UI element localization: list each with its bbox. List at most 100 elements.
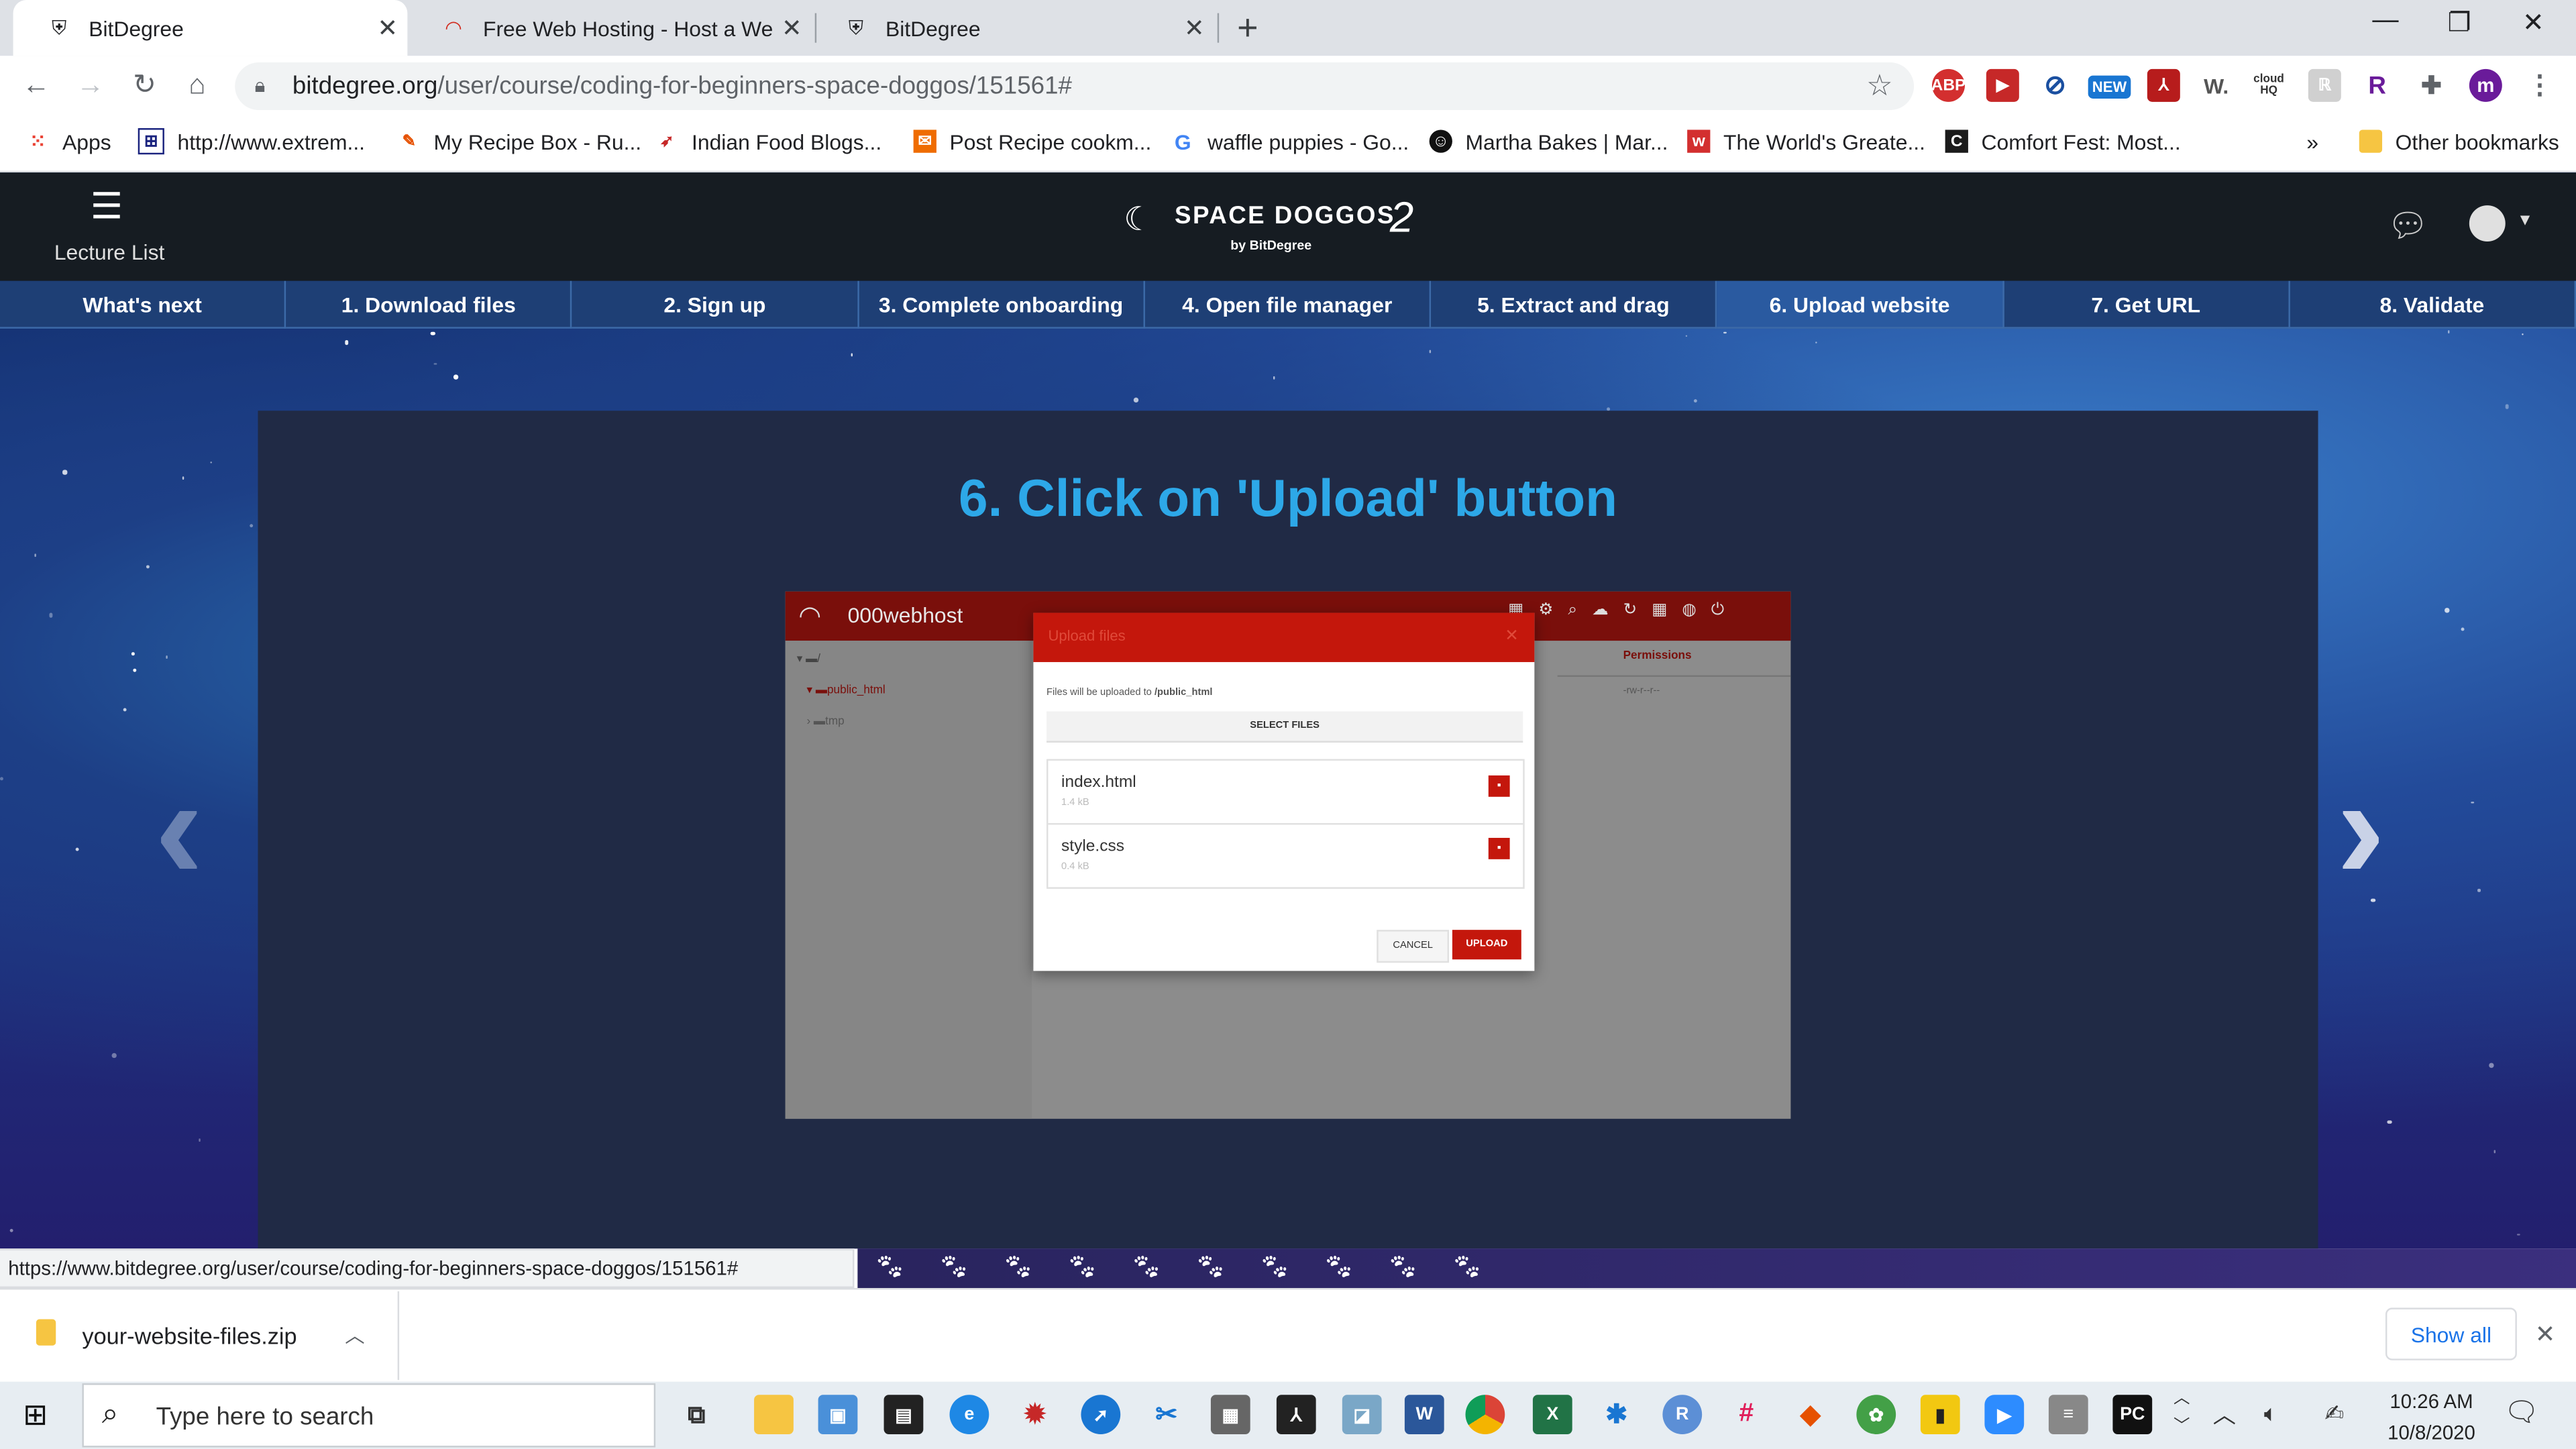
- r-icon[interactable]: R: [1662, 1395, 1703, 1434]
- next-slide-icon[interactable]: ›: [2336, 756, 2385, 904]
- step-get-url[interactable]: 7. Get URL: [2003, 280, 2290, 329]
- close-tab-icon[interactable]: ✕: [772, 13, 812, 43]
- adblock-plus-icon[interactable]: ABP: [1931, 68, 1966, 102]
- app-icon-tools[interactable]: ✱: [1597, 1395, 1636, 1434]
- chrome-icon[interactable]: [1465, 1395, 1505, 1434]
- block-extension-icon[interactable]: ⊘: [2039, 69, 2072, 102]
- chevron-up-icon[interactable]: ︿: [345, 1321, 364, 1349]
- step-complete-onboarding[interactable]: 3. Complete onboarding: [858, 280, 1145, 329]
- pycharm-icon[interactable]: PC: [2112, 1395, 2153, 1434]
- photos-icon[interactable]: ▣: [818, 1395, 858, 1434]
- zoom-icon[interactable]: ▶: [1984, 1395, 2025, 1434]
- cancel-button[interactable]: CANCEL: [1377, 930, 1450, 963]
- previous-slide-icon[interactable]: ‹: [154, 756, 203, 904]
- profile-avatar[interactable]: m: [2469, 68, 2502, 102]
- puzzle-extensions-icon[interactable]: ✚: [2415, 69, 2448, 102]
- calculator-icon[interactable]: ▦: [1210, 1395, 1250, 1434]
- close-shelf-icon[interactable]: ✕: [2535, 1320, 2556, 1349]
- tab-bitdegree[interactable]: ⛨ BitDegree ✕: [810, 0, 1214, 56]
- bookmark-martha-bakes[interactable]: ☺ Martha Bakes | Mar...: [1429, 127, 1668, 156]
- new-tab-button[interactable]: +: [1237, 7, 1258, 50]
- more-menu-icon[interactable]: ⋮: [2524, 69, 2557, 102]
- acrobat-icon[interactable]: ⅄: [1276, 1395, 1316, 1434]
- app-icon-diamond[interactable]: ◆: [1790, 1395, 1830, 1434]
- bookmark-worlds-greatest[interactable]: w The World's Greate...: [1687, 127, 1925, 156]
- lecture-list-label[interactable]: Lecture List: [54, 240, 165, 265]
- select-files-button[interactable]: SELECT FILES: [1046, 711, 1523, 743]
- other-bookmarks[interactable]: Other bookmarks: [2359, 127, 2559, 156]
- taskbar-overflow-arrows[interactable]: ︿ ﹀: [2174, 1385, 2190, 1441]
- database-icon[interactable]: ≡: [2048, 1395, 2088, 1434]
- bookmark-indian-food[interactable]: ➶ Indian Food Blogs...: [655, 127, 881, 156]
- modal-close-icon[interactable]: ✕: [1505, 628, 1519, 646]
- home-icon[interactable]: ⌂: [177, 66, 217, 105]
- bookmarks-overflow-button[interactable]: »: [2306, 127, 2318, 156]
- step-upload-website[interactable]: 6. Upload website: [1717, 280, 2004, 329]
- store-icon[interactable]: ▤: [883, 1395, 924, 1434]
- minimize-button[interactable]: —: [2353, 7, 2418, 36]
- pen-icon[interactable]: ✍︎: [2324, 1400, 2344, 1428]
- lock-icon[interactable]: 🔒︎: [255, 74, 266, 99]
- chevron-down-icon[interactable]: ▼: [2517, 212, 2533, 230]
- show-all-button[interactable]: Show all: [2385, 1307, 2517, 1360]
- upload-button[interactable]: UPLOAD: [1452, 930, 1521, 960]
- url-text[interactable]: bitdegree.org/user/course/coding-for-beg…: [292, 72, 1072, 101]
- file-explorer-icon[interactable]: [754, 1395, 794, 1434]
- step-open-file-manager[interactable]: 4. Open file manager: [1144, 280, 1432, 329]
- step-download-files[interactable]: 1. Download files: [286, 280, 573, 329]
- bookmark-apps[interactable]: ⁙ Apps: [26, 127, 111, 156]
- excel-icon[interactable]: X: [1532, 1395, 1572, 1434]
- edge-icon[interactable]: e: [949, 1395, 989, 1434]
- slack-icon[interactable]: #: [1727, 1395, 1766, 1434]
- star: [1685, 335, 1688, 337]
- new-badge-extension-icon[interactable]: NEW: [2088, 75, 2131, 99]
- r-extension-icon[interactable]: R: [2361, 69, 2394, 102]
- extension-red-play-icon[interactable]: ▶: [1986, 68, 2019, 102]
- windows-start-icon[interactable]: ⊞: [23, 1398, 48, 1432]
- bookmark-waffle-puppies[interactable]: Gwaffle puppies - Go...: [1171, 127, 1409, 156]
- app-icon-snip[interactable]: ✂: [1146, 1395, 1186, 1434]
- step-extract-and-drag[interactable]: 5. Extract and drag: [1431, 280, 1717, 329]
- close-tab-icon[interactable]: ✕: [1175, 13, 1214, 43]
- search-placeholder[interactable]: Type here to search: [156, 1403, 374, 1431]
- close-tab-icon[interactable]: ✕: [368, 13, 408, 43]
- bitdegree-shield-icon: ⛨: [848, 15, 863, 39]
- back-icon[interactable]: ←: [16, 66, 56, 105]
- tab-bitdegree-active[interactable]: ⛨ BitDegree ✕: [13, 0, 408, 56]
- tray-chevron-icon[interactable]: ︿: [2213, 1398, 2236, 1431]
- clock-date[interactable]: 10/8/2020: [2382, 1421, 2481, 1444]
- volume-icon[interactable]: 🔈︎: [2264, 1400, 2278, 1428]
- window-close-button[interactable]: ✕: [2500, 7, 2566, 40]
- acrobat-extension-icon[interactable]: ⅄: [2147, 68, 2180, 102]
- bookmark-extrem[interactable]: ⊞ http://www.extrem...: [138, 127, 365, 156]
- download-filename[interactable]: your-website-files.zip: [82, 1322, 297, 1348]
- hamburger-icon[interactable]: ☰: [91, 188, 123, 224]
- notifications-icon[interactable]: 🗨︎: [2504, 1397, 2539, 1430]
- chat-bubbles-icon[interactable]: 💬︎: [2387, 205, 2428, 246]
- remove-file-button[interactable]: ▪: [1488, 837, 1510, 859]
- clock-time[interactable]: 10:26 AM: [2382, 1390, 2481, 1413]
- cloudhq-extension-icon[interactable]: cloud HQ: [2253, 69, 2286, 102]
- user-avatar[interactable]: [2469, 205, 2506, 242]
- bookmark-post-recipe[interactable]: ✉ Post Recipe cookm...: [913, 127, 1151, 156]
- remove-file-button[interactable]: ▪: [1488, 775, 1510, 797]
- app-icon-red[interactable]: ✹: [1015, 1395, 1055, 1434]
- step-validate[interactable]: 8. Validate: [2290, 280, 2576, 329]
- bookmark-comfort-fest[interactable]: C Comfort Fest: Most...: [1945, 127, 2181, 156]
- reload-icon[interactable]: ↻: [125, 66, 164, 105]
- task-view-icon[interactable]: ⧉: [677, 1395, 716, 1434]
- tab-free-web-hosting[interactable]: ◠ Free Web Hosting - Host a Webs ✕: [407, 0, 811, 56]
- power-bi-icon[interactable]: ▮: [1920, 1395, 1960, 1434]
- bookmark-recipe-box[interactable]: ✎ My Recipe Box - Ru...: [398, 127, 642, 156]
- grey-extension-icon[interactable]: ℝ: [2308, 68, 2341, 102]
- app-icon-light[interactable]: ◪: [1342, 1395, 1382, 1434]
- bookmark-star-icon[interactable]: ☆: [1866, 69, 1893, 103]
- forward-icon[interactable]: →: [70, 66, 110, 105]
- app-icon-green[interactable]: ✿: [1856, 1395, 1896, 1434]
- step-sign-up[interactable]: 2. Sign up: [572, 280, 859, 329]
- word-icon[interactable]: W: [1404, 1395, 1444, 1434]
- maximize-button[interactable]: ❐: [2426, 7, 2492, 40]
- w-extension-icon[interactable]: W.: [2200, 69, 2233, 102]
- step-whats-next[interactable]: What's next: [0, 280, 286, 329]
- app-icon-blue[interactable]: ➚: [1081, 1395, 1121, 1434]
